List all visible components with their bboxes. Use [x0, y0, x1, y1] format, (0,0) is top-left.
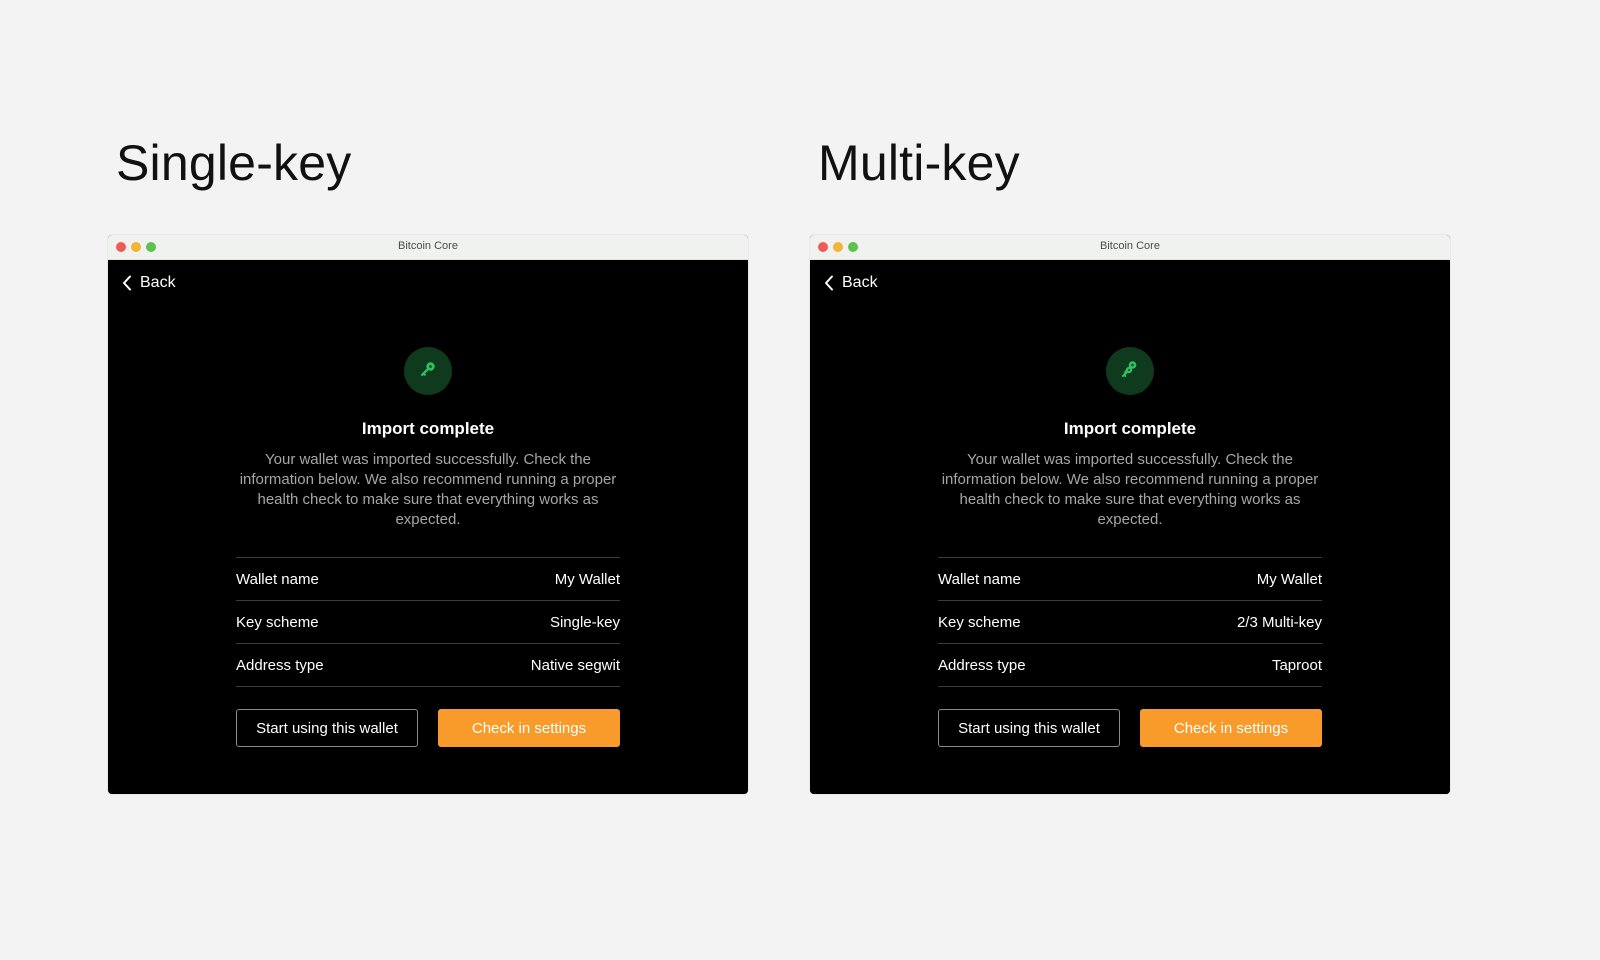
- info-value: My Wallet: [1256, 570, 1322, 588]
- multi-key-icon: [1120, 359, 1140, 384]
- info-value: My Wallet: [554, 570, 620, 588]
- info-label: Key scheme: [938, 613, 1021, 631]
- import-complete-screen: Back Import complete Your wallet was imp…: [108, 260, 748, 794]
- multi-key-heading: Multi-key: [818, 135, 1020, 191]
- single-key-heading: Single-key: [116, 135, 352, 191]
- key-icon-badge: [404, 347, 452, 395]
- multi-key-icon-badge: [1106, 347, 1154, 395]
- back-button[interactable]: Back: [122, 274, 176, 292]
- start-using-wallet-button[interactable]: Start using this wallet: [938, 709, 1120, 747]
- info-value: Taproot: [1271, 656, 1322, 674]
- import-complete-title: Import complete: [1063, 419, 1197, 438]
- check-in-settings-button[interactable]: Check in settings: [438, 709, 620, 747]
- info-value: Single-key: [549, 613, 620, 631]
- back-button[interactable]: Back: [824, 274, 878, 292]
- info-row-address-type: Address type Native segwit: [236, 644, 620, 687]
- wallet-info-table: Wallet name My Wallet Key scheme 2/3 Mul…: [938, 557, 1322, 687]
- window-titlebar[interactable]: Bitcoin Core: [810, 235, 1450, 260]
- info-label: Key scheme: [236, 613, 319, 631]
- multi-key-window: Bitcoin Core Back Import complete Your w…: [810, 235, 1450, 794]
- import-complete-title: Import complete: [361, 419, 495, 438]
- info-label: Wallet name: [236, 570, 319, 588]
- window-title: Bitcoin Core: [1100, 240, 1160, 252]
- info-row-key-scheme: Key scheme 2/3 Multi-key: [938, 601, 1322, 644]
- info-value: 2/3 Multi-key: [1236, 613, 1322, 631]
- info-label: Wallet name: [938, 570, 1021, 588]
- single-key-window: Bitcoin Core Back Import complete Your w…: [108, 235, 748, 794]
- info-label: Address type: [236, 656, 324, 674]
- back-label: Back: [842, 274, 878, 291]
- wallet-info-table: Wallet name My Wallet Key scheme Single-…: [236, 557, 620, 687]
- key-icon: [419, 360, 437, 383]
- info-label: Address type: [938, 656, 1026, 674]
- import-description: Your wallet was imported successfully. C…: [239, 451, 617, 528]
- import-description: Your wallet was imported successfully. C…: [941, 451, 1319, 528]
- check-in-settings-button[interactable]: Check in settings: [1140, 709, 1322, 747]
- start-using-wallet-button[interactable]: Start using this wallet: [236, 709, 418, 747]
- window-titlebar[interactable]: Bitcoin Core: [108, 235, 748, 260]
- window-title: Bitcoin Core: [398, 240, 458, 252]
- info-value: Native segwit: [530, 656, 620, 674]
- info-row-wallet-name: Wallet name My Wallet: [938, 558, 1322, 601]
- chevron-left-icon: [824, 275, 834, 291]
- chevron-left-icon: [122, 275, 132, 291]
- back-label: Back: [140, 274, 176, 291]
- info-row-address-type: Address type Taproot: [938, 644, 1322, 687]
- import-complete-screen: Back Import complete Your wallet was imp…: [810, 260, 1450, 794]
- info-row-key-scheme: Key scheme Single-key: [236, 601, 620, 644]
- info-row-wallet-name: Wallet name My Wallet: [236, 558, 620, 601]
